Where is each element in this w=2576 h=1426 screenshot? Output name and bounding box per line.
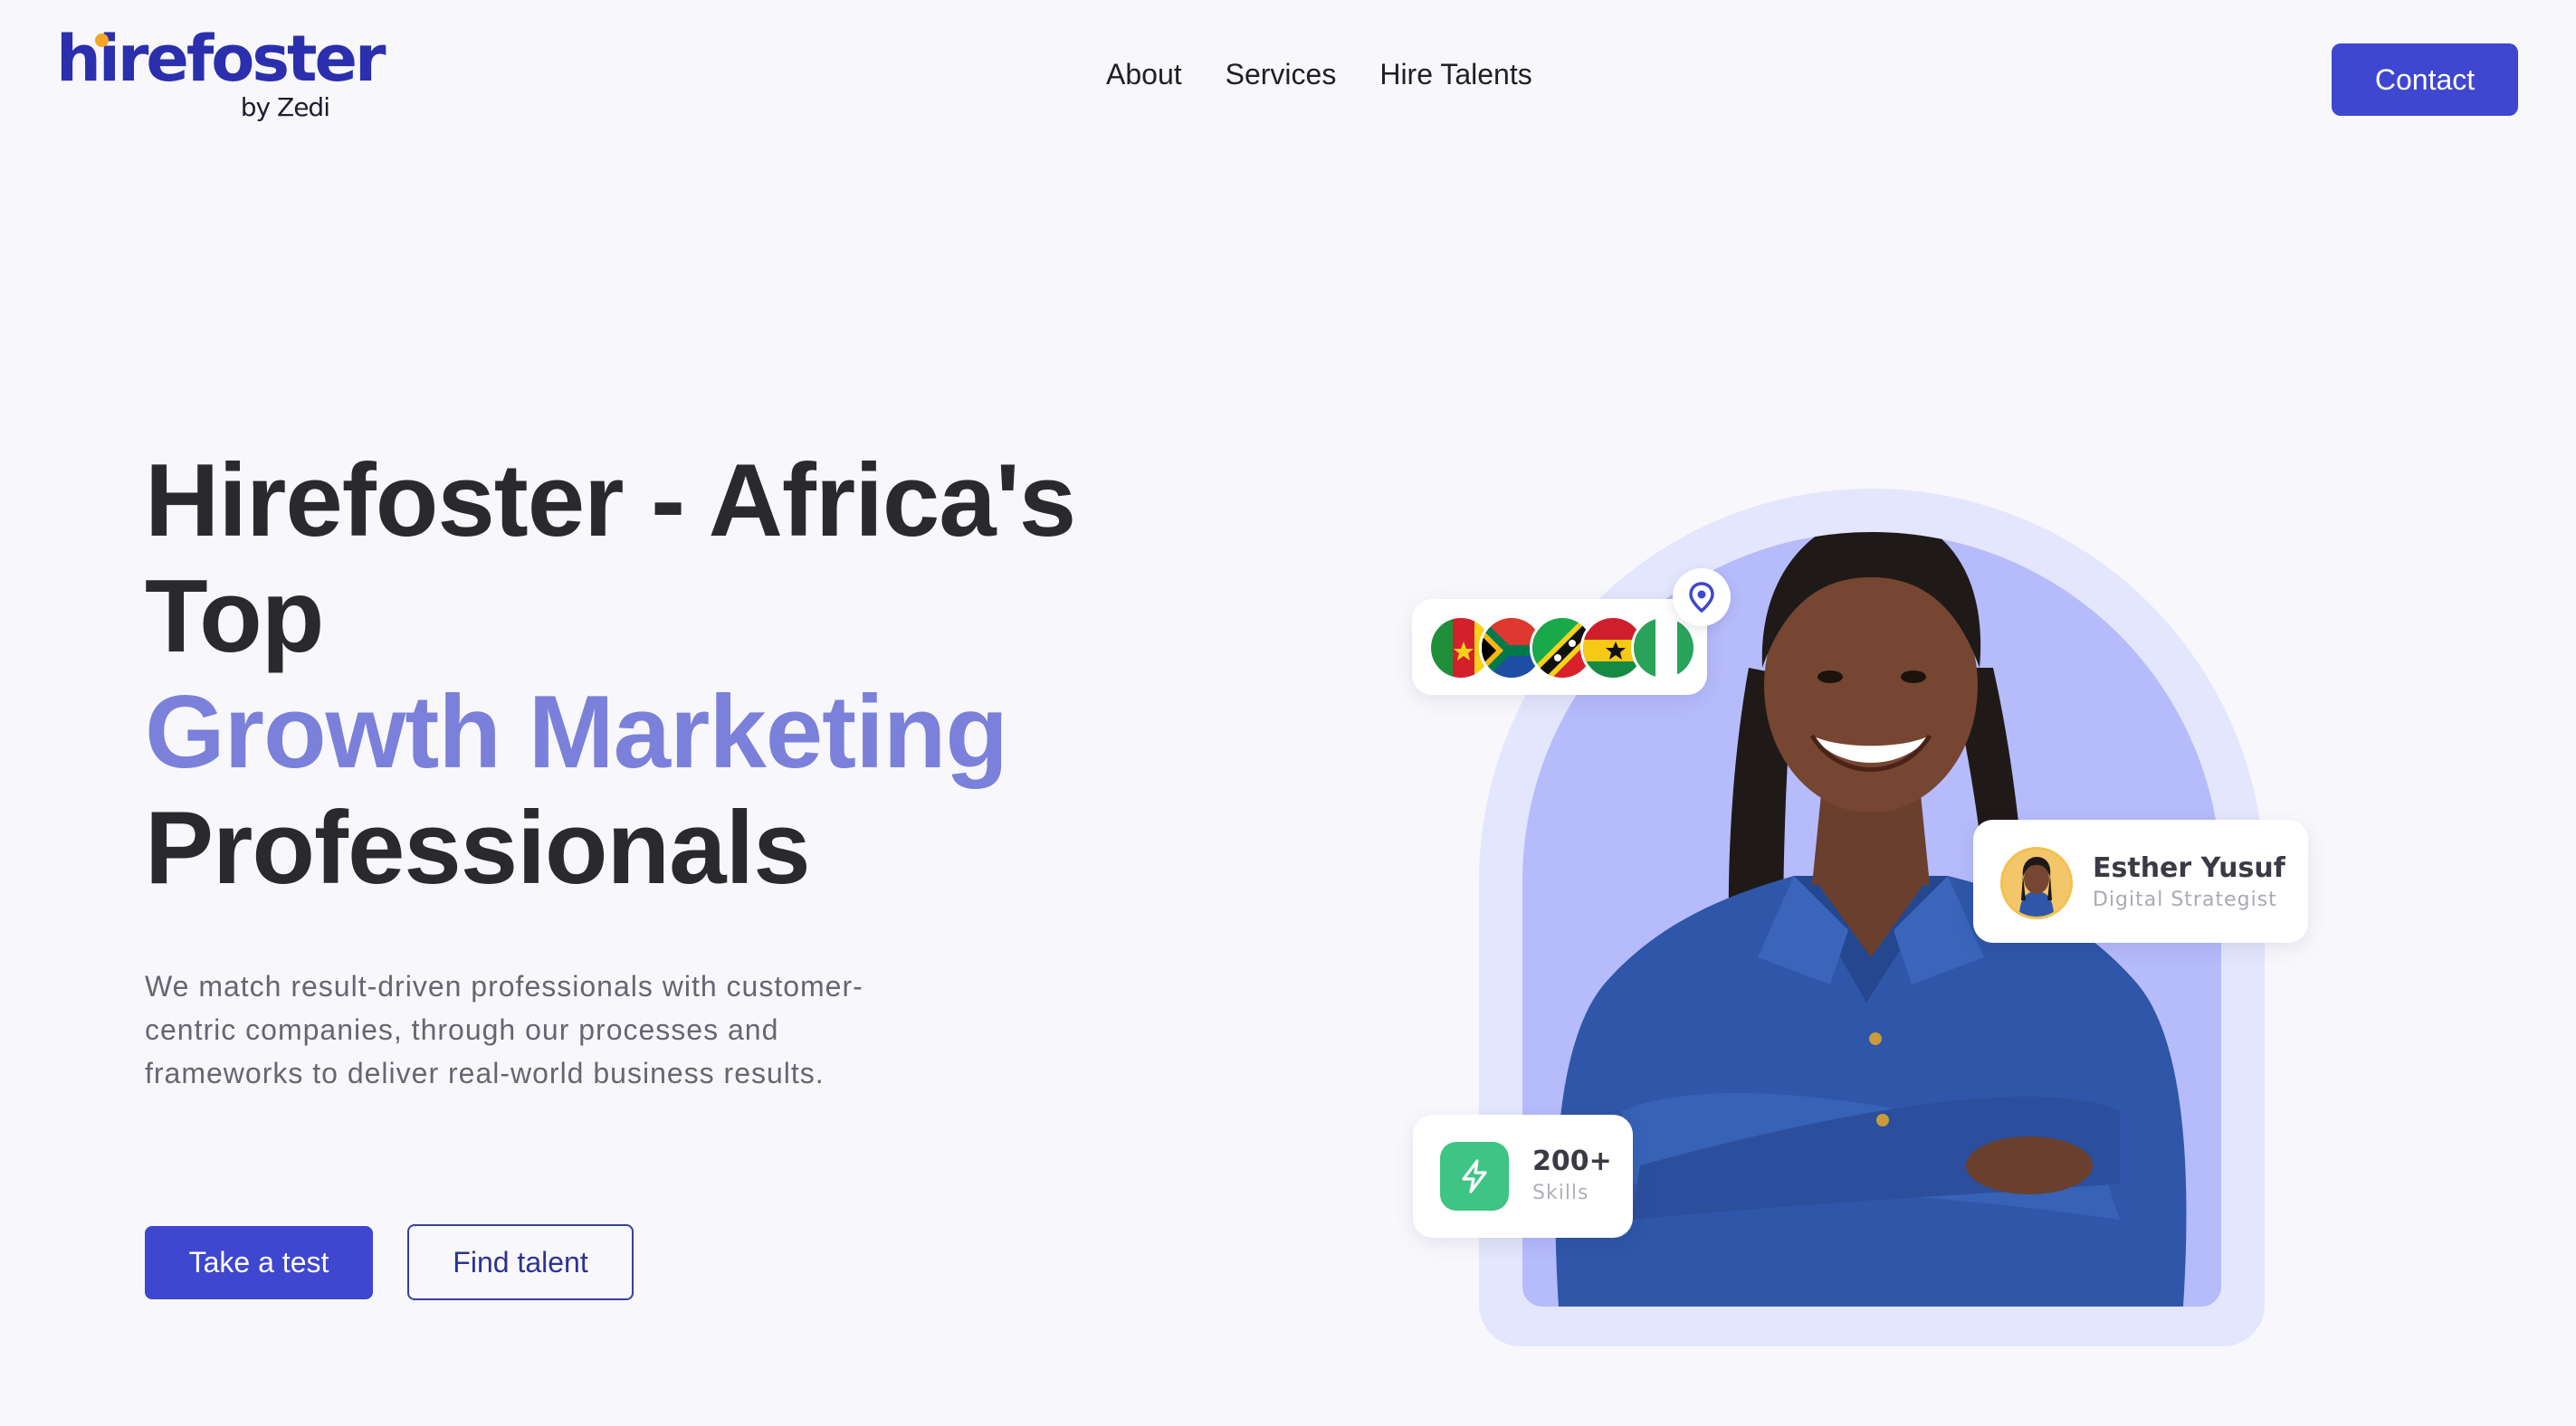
- nav-link-about[interactable]: About: [1106, 58, 1182, 91]
- nav-link-hire-talents[interactable]: Hire Talents: [1379, 58, 1531, 91]
- main-nav: About Services Hire Talents: [1106, 58, 1532, 91]
- lightning-icon: [1440, 1142, 1509, 1211]
- take-a-test-button[interactable]: Take a test: [145, 1226, 373, 1299]
- hero-description: We match result-driven professionals wit…: [145, 970, 863, 1089]
- avatar: [2000, 847, 2073, 919]
- hero-title: Hirefoster - Africa's Top Growth Marketi…: [145, 443, 1231, 907]
- hirefoster-logo[interactable]: hirefoster by Zedi: [56, 27, 386, 127]
- hero-title-line-1: Hirefoster - Africa's: [145, 443, 1076, 558]
- logo-byline: by Zedi: [240, 92, 330, 122]
- hero-title-line-2: Top: [145, 559, 324, 674]
- profile-name: Esther Yusuf: [2093, 852, 2285, 884]
- nigeria-flag-icon: [1631, 615, 1696, 680]
- skills-label: Skills: [1532, 1182, 1589, 1204]
- talent-profile-card: Esther Yusuf Digital Strategist: [1973, 820, 2308, 943]
- country-flags: [1428, 615, 1700, 680]
- nav-link-services[interactable]: Services: [1226, 58, 1337, 91]
- skills-stat-card: 200+ Skills: [1413, 1115, 1633, 1238]
- location-pin-icon: [1673, 568, 1731, 626]
- countries-card: [1412, 599, 1707, 695]
- hero-title-line-4: Professionals: [145, 791, 811, 906]
- contact-button[interactable]: Contact: [2332, 43, 2518, 116]
- hero-title-accent: Growth Marketing: [145, 675, 1008, 790]
- profile-role: Digital Strategist: [2093, 889, 2277, 911]
- logo-dot-icon: [95, 33, 109, 47]
- find-talent-button[interactable]: Find talent: [407, 1224, 634, 1300]
- skills-count: 200+: [1532, 1146, 1612, 1177]
